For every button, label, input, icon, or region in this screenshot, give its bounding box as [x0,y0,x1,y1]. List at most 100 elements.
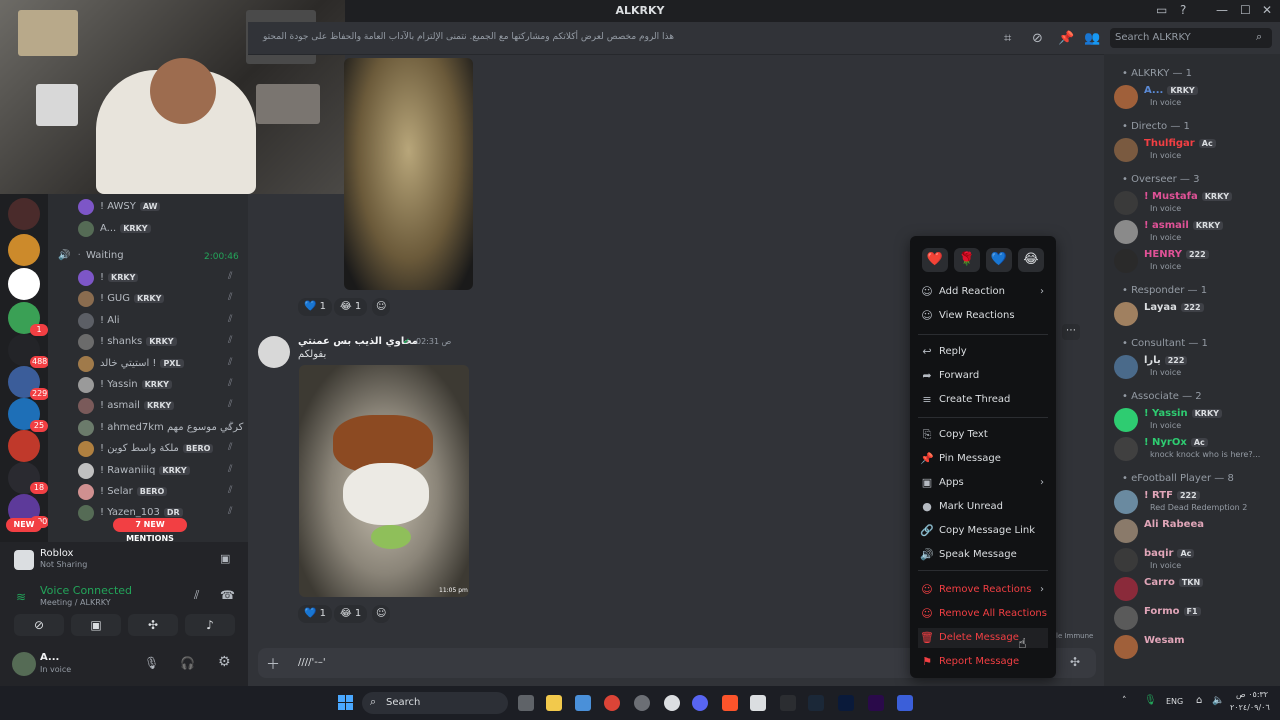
menu-item-copy-message-link[interactable]: 🔗 Copy Message Link [918,521,1048,541]
member-row[interactable]: ! asmail KRKY In voice [1114,218,1280,246]
member-row[interactable]: HENRY 222 In voice [1114,247,1280,275]
voice-user-row[interactable]: ! GUG KRKY ⫽ [78,290,288,310]
noise-suppression-icon[interactable]: ⫽ [194,588,199,603]
new-servers-pill[interactable]: NEW [6,518,42,532]
quick-reaction-blue-heart[interactable]: 💙 [986,248,1012,272]
server-icon[interactable] [8,198,40,230]
disconnect-icon[interactable]: ☎ [220,588,235,602]
voice-user-row[interactable]: ! Yassin KRKY ⫽ [78,376,288,396]
photoshop-icon[interactable] [838,695,854,711]
member-row[interactable]: يارا 222 In voice [1114,353,1280,381]
threads-icon[interactable]: ⌗ [1004,31,1011,46]
task-view-icon[interactable] [518,695,534,711]
volume-icon[interactable]: 🔈 [1212,695,1224,706]
menu-item-report-message[interactable]: ⚑ Report Message [918,652,1048,672]
message-image[interactable] [344,58,473,290]
menu-item-copy-text[interactable]: ⎘ Copy Text [918,425,1048,445]
member-row[interactable]: ! NyrOx Ac knock knock who is here?... [1114,435,1280,463]
member-row[interactable]: Layaa 222 [1114,300,1280,328]
voice-channel-path[interactable]: Meeting / ALKRKY [40,598,111,607]
menu-item-add-reaction[interactable]: ☺ Add Reaction › [918,282,1048,302]
menu-item-remove-all-reactions[interactable]: ☺ Remove All Reactions [918,604,1048,624]
taskbar-search[interactable]: ⌕ Search [362,692,508,714]
voice-user-row[interactable]: ! ahmed7km كركي موسوع مهم ⫽ [78,419,288,439]
pin-icon[interactable]: 📌 [1058,31,1074,46]
clock-time[interactable]: ٠٥:٣٢ ص [1236,690,1268,699]
clock-date[interactable]: ٢٠٢٤/٠٩/٠٦ [1230,703,1270,712]
author-name[interactable]: مخاوي الذيب بس عمنتي [298,336,418,347]
server-icon[interactable] [8,234,40,266]
user-avatar[interactable] [12,652,36,676]
file-explorer-icon[interactable] [546,695,562,711]
reaction-chip[interactable]: 💙 1 [298,605,333,623]
menu-item-reply[interactable]: ↩ Reply [918,342,1048,362]
voice-user-row[interactable]: ! Ali ⫽ [78,312,288,332]
server-icon[interactable]: 18 [8,462,48,494]
camera-button[interactable]: ⊘ [14,614,64,636]
menu-item-delete-message[interactable]: 🗑 Delete Message [918,628,1048,648]
inbox-icon[interactable]: ▭ [1156,3,1167,17]
voice-user-row[interactable]: ! ملكة واسط كوين BERO ⫽ [78,440,288,460]
reaction-chip[interactable]: 💙 1 [298,298,333,316]
server-icon[interactable]: 488 [8,334,50,368]
voice-user-row[interactable]: ! shanks KRKY ⫽ [78,333,288,353]
member-row[interactable]: ! Yassin KRKY In voice [1114,406,1280,434]
app-icon[interactable] [750,695,766,711]
app-icon[interactable] [634,695,650,711]
language-indicator[interactable]: ENG [1166,697,1183,706]
voice-status[interactable]: Voice Connected [40,584,132,597]
author-avatar[interactable] [258,336,290,368]
add-reaction-button[interactable]: ☺ [372,605,391,623]
help-icon[interactable]: ? [1180,3,1186,17]
app-icon[interactable] [664,695,680,711]
member-row[interactable]: Carro TKN [1114,575,1280,603]
add-reaction-button[interactable]: ☺ [372,298,391,316]
headset-icon[interactable]: 🎧 [180,656,195,670]
reaction-chip[interactable]: 😂 1 [334,298,368,316]
mic-icon[interactable]: 🎙 [144,656,159,670]
premiere-icon[interactable] [868,695,884,711]
minimize-button[interactable]: — [1216,3,1228,17]
server-icon[interactable] [8,430,40,462]
member-row[interactable]: Thulfigar Ac In voice [1114,136,1280,164]
discord-icon[interactable] [692,695,708,711]
quick-reaction-rose[interactable]: 🌹 [954,248,980,272]
store-icon[interactable] [575,695,591,711]
chrome-icon[interactable] [604,695,620,711]
menu-item-remove-reactions[interactable]: ☺ Remove Reactions › [918,580,1048,600]
windows-start-icon[interactable] [338,695,354,711]
menu-item-apps[interactable]: ▣ Apps › [918,473,1048,493]
member-row[interactable]: Wesam [1114,633,1280,661]
gear-icon[interactable]: ⚙ [218,654,231,670]
voice-user-row[interactable]: ! KRKY ⫽ [78,269,288,289]
member-row[interactable]: A... KRKY In voice [1114,83,1280,111]
server-icon[interactable]: 1 [8,302,48,336]
new-mentions-pill[interactable]: 7 NEW MENTIONS [113,518,187,543]
member-row[interactable]: ! RTF 222 Red Dead Redemption 2 [1114,488,1280,516]
voice-user-row[interactable]: ! asmail KRKY ⫽ [78,397,288,417]
attach-icon[interactable]: ＋ [266,654,280,674]
member-row[interactable]: baqir Ac In voice [1114,546,1280,574]
voice-user-row[interactable]: استيتي خالد ! PXL ⫽ [78,355,288,375]
menu-item-forward[interactable]: ➦ Forward [918,366,1048,386]
close-button[interactable]: ✕ [1262,3,1272,17]
server-icon[interactable] [8,268,40,300]
quick-reaction-heart[interactable]: ❤️ [922,248,948,272]
capcut-icon[interactable] [780,695,796,711]
apps-icon[interactable]: ✣ [1070,655,1080,669]
members-icon[interactable]: 👥 [1084,31,1100,46]
brave-icon[interactable] [722,695,738,711]
voice-user-row[interactable]: ! Rawaniiiq KRKY ⫽ [78,462,288,482]
activities-button[interactable]: ✣ [128,614,178,636]
member-row[interactable]: Ali Rabeea [1114,517,1280,545]
menu-item-pin-message[interactable]: 📌 Pin Message [918,449,1048,469]
network-icon[interactable]: ⌂ [1196,695,1202,706]
maximize-button[interactable]: ☐ [1240,3,1251,17]
voice-user-row[interactable]: A... KRKY [78,220,288,240]
member-row[interactable]: ! Mustafa KRKY In voice [1114,189,1280,217]
server-icon[interactable]: 25 [8,398,48,432]
menu-item-view-reactions[interactable]: ☺ View Reactions [918,306,1048,326]
channel-topic[interactable]: هذا الروم مخصص لعرض أكلاتكم ومشاركتها مع… [263,32,674,42]
voice-channel-waiting[interactable]: 🔊 · Waiting 2:00:46 [58,250,246,266]
reaction-chip[interactable]: 😂 1 [334,605,368,623]
